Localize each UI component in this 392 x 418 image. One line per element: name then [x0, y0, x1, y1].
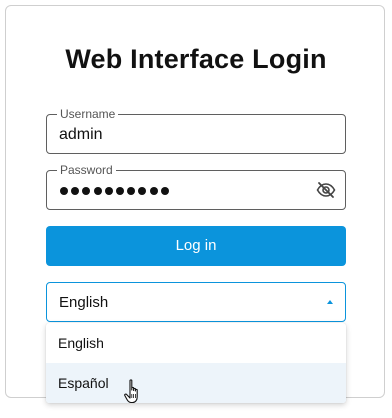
- password-label: Password: [57, 163, 116, 177]
- password-dot: [127, 187, 136, 195]
- password-dot: [82, 187, 91, 195]
- password-masked-value: [60, 181, 169, 201]
- username-field[interactable]: Username admin: [46, 107, 346, 154]
- login-button[interactable]: Log in: [46, 226, 346, 266]
- password-dot: [104, 187, 113, 195]
- language-dropdown: English Español: [46, 323, 346, 403]
- password-dot: [160, 187, 169, 195]
- username-label: Username: [57, 107, 119, 121]
- password-field[interactable]: Password: [46, 163, 346, 210]
- language-selected-value: English: [59, 294, 109, 311]
- password-dot: [149, 187, 158, 195]
- password-dot: [93, 187, 102, 195]
- language-select[interactable]: English: [46, 282, 346, 322]
- password-dot: [115, 187, 124, 195]
- language-option-espanol[interactable]: Español: [46, 363, 346, 403]
- password-dot: [60, 187, 68, 195]
- language-option-english[interactable]: English: [46, 323, 346, 363]
- page-title: Web Interface Login: [65, 44, 327, 74]
- caret-up-icon: [327, 300, 333, 304]
- password-dot: [71, 187, 80, 195]
- username-value: admin: [59, 126, 103, 143]
- eye-slash-icon[interactable]: [316, 180, 336, 200]
- password-dot: [138, 187, 147, 195]
